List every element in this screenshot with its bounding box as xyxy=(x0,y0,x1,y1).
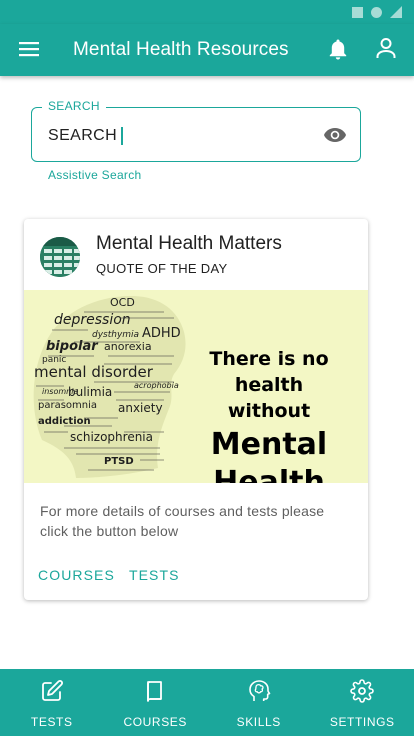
quote-line-3: Mental Health xyxy=(210,427,328,483)
search-helper-text: Assistive Search xyxy=(48,168,142,182)
nav-label-tests: TESTS xyxy=(30,715,73,729)
eye-icon[interactable] xyxy=(322,123,348,147)
app-bar: Mental Health Resources xyxy=(0,24,414,76)
status-circle-icon xyxy=(371,6,382,18)
card-subtitle: QUOTE OF THE DAY xyxy=(96,261,228,276)
quote-image: OCD depression dysthymia ADHD bipolar an… xyxy=(24,290,368,483)
word-cloud-word: addiction xyxy=(38,416,91,427)
nav-item-courses[interactable]: COURSES xyxy=(104,669,208,736)
signal-icon xyxy=(390,6,402,18)
text-caret xyxy=(121,127,123,145)
quote-line-2: without xyxy=(227,400,311,422)
nav-label-settings: SETTINGS xyxy=(329,715,395,729)
search-value[interactable]: SEARCH xyxy=(48,127,117,145)
user-icon[interactable] xyxy=(372,34,400,62)
word-cloud-word: parasomnia xyxy=(38,400,97,411)
bottom-navigation: TESTS COURSES SKILLS SETTINGS xyxy=(0,669,414,736)
notification-square-icon xyxy=(352,6,363,18)
status-icons xyxy=(352,6,402,18)
search-input[interactable]: SEARCH SEARCH xyxy=(31,99,361,162)
search-label: SEARCH xyxy=(42,99,106,113)
word-cloud-word: anxiety xyxy=(118,401,163,415)
nav-item-skills[interactable]: SKILLS xyxy=(207,669,311,736)
quote-line-1: There is no health xyxy=(209,348,329,396)
status-bar xyxy=(0,0,414,24)
edit-icon xyxy=(39,678,65,704)
card-title: Mental Health Matters xyxy=(96,233,282,254)
nav-item-settings[interactable]: SETTINGS xyxy=(311,669,414,736)
word-cloud-word: bipolar xyxy=(46,339,99,354)
tests-button[interactable]: TESTS xyxy=(129,567,180,583)
brain-icon xyxy=(246,678,272,704)
card-avatar xyxy=(40,237,80,277)
courses-button[interactable]: COURSES xyxy=(38,567,115,583)
quote-text: There is no health without Mental Health xyxy=(176,346,362,483)
nav-label-skills: SKILLS xyxy=(236,715,281,729)
card-actions: COURSES TESTS xyxy=(38,567,180,583)
nav-label-courses: COURSES xyxy=(123,715,188,729)
gear-icon xyxy=(349,678,375,704)
nav-item-tests[interactable]: TESTS xyxy=(0,669,104,736)
word-cloud-word: dysthymia xyxy=(92,330,139,340)
word-cloud-word: insomnia xyxy=(42,387,78,396)
book-icon xyxy=(142,678,168,704)
word-cloud-word: depression xyxy=(54,312,131,328)
word-cloud-word: PTSD xyxy=(104,456,134,467)
menu-icon[interactable] xyxy=(16,36,42,62)
page-title: Mental Health Resources xyxy=(73,39,289,60)
word-cloud-word: ADHD xyxy=(142,326,181,341)
word-cloud-word: mental disorder xyxy=(34,363,154,381)
bell-icon[interactable] xyxy=(325,36,351,62)
card-body-text: For more details of courses and tests pl… xyxy=(40,503,325,539)
quote-card: Mental Health Matters QUOTE OF THE DAY O… xyxy=(24,219,368,600)
word-cloud-word: OCD xyxy=(110,296,135,309)
